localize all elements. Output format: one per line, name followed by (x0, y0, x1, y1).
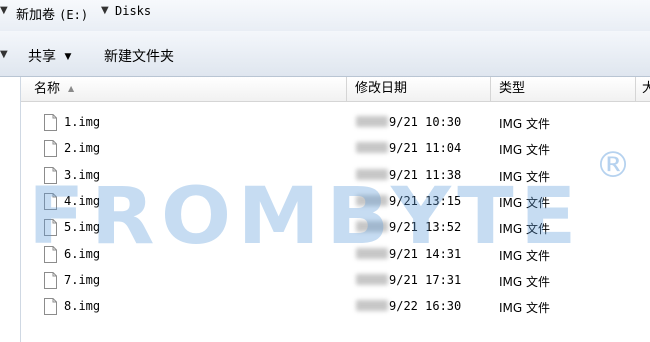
column-type-label: 类型 (499, 81, 526, 96)
file-row[interactable]: 6.img 9/21 14:31 IMG 文件 (21, 242, 650, 268)
file-row[interactable]: 4.img 9/21 13:15 IMG 文件 (21, 189, 650, 215)
file-name: 3.img (64, 167, 101, 182)
file-type: IMG 文件 (499, 301, 551, 316)
file-modified-date: 9/21 13:52 (356, 220, 461, 234)
navigation-pane[interactable] (0, 77, 21, 342)
file-modified-date: 9/21 10:30 (356, 115, 461, 129)
file-icon (44, 114, 57, 131)
file-name: 8.img (64, 299, 101, 314)
column-header: 名称 ▲ 修改日期 类型 大 (21, 77, 650, 102)
column-size[interactable]: 大 (636, 77, 650, 101)
redacted-year (356, 142, 388, 154)
file-modified-date-text: 9/21 13:52 (389, 220, 462, 235)
file-modified-date-text: 9/21 10:30 (389, 115, 462, 129)
new-folder-button[interactable]: 新建文件夹 (104, 46, 174, 66)
file-row[interactable]: 3.img 9/21 11:38 IMG 文件 (21, 163, 650, 189)
redacted-year (356, 221, 388, 233)
column-name-label: 名称 (34, 81, 61, 97)
column-type[interactable]: 类型 (491, 77, 636, 101)
redacted-year (356, 168, 388, 180)
file-name: 1.img (64, 115, 101, 129)
file-name: 5.img (64, 220, 101, 235)
breadcrumb-separator-arrow-icon[interactable]: ▼ (101, 5, 109, 16)
file-modified-date: 9/21 11:38 (356, 168, 461, 182)
file-row[interactable]: 1.img 9/21 10:30 IMG 文件 (21, 110, 650, 136)
file-type: IMG 文件 (499, 169, 551, 184)
file-row[interactable]: 8.img 9/22 16:30 IMG 文件 (21, 294, 650, 320)
file-modified-date-text: 9/21 14:31 (389, 246, 462, 261)
file-icon (44, 219, 57, 237)
breadcrumb-drive-letter: (E:) (59, 8, 89, 22)
file-type: IMG 文件 (499, 248, 551, 263)
file-modified-date-text: 9/21 11:04 (389, 141, 462, 156)
file-icon (44, 271, 57, 289)
share-dropdown-icon: ▼ (64, 52, 72, 62)
file-icon (44, 245, 57, 263)
file-row[interactable]: 2.img 9/21 11:04 IMG 文件 (21, 136, 650, 162)
breadcrumb-drive[interactable]: 新加卷 (E:) (16, 4, 88, 23)
file-type: IMG 文件 (499, 195, 551, 210)
toolbar-left-arrow-icon[interactable]: ▼ (0, 49, 8, 60)
redacted-year (356, 116, 388, 127)
file-row[interactable]: 5.img 9/21 13:52 IMG 文件 (21, 215, 650, 241)
column-size-label: 大 (642, 81, 650, 96)
file-icon (44, 192, 57, 210)
file-name: 2.img (64, 141, 101, 156)
redacted-year (356, 194, 388, 206)
address-bar[interactable]: ▼ 新加卷 (E:) ▼ Disks (0, 0, 650, 32)
share-label: 共享 (28, 49, 56, 65)
redacted-year (356, 247, 388, 259)
column-name[interactable]: 名称 ▲ (21, 77, 347, 101)
file-modified-date-text: 9/21 11:38 (389, 167, 462, 182)
file-name: 6.img (64, 246, 101, 261)
file-modified-date: 9/21 17:31 (356, 273, 461, 287)
command-toolbar: ▼ 共享 ▼ 新建文件夹 (0, 31, 650, 77)
breadcrumb-folder[interactable]: Disks (115, 4, 151, 18)
file-icon (44, 298, 57, 316)
redacted-year (356, 300, 388, 312)
file-modified-date-text: 9/21 13:15 (389, 193, 462, 208)
file-modified-date: 9/21 11:04 (356, 141, 461, 155)
back-dropdown-arrow-icon[interactable]: ▼ (0, 5, 8, 16)
sort-ascending-icon: ▲ (68, 84, 75, 93)
file-name: 7.img (64, 272, 101, 287)
file-name: 4.img (64, 193, 101, 208)
file-row[interactable]: 7.img 9/21 17:31 IMG 文件 (21, 268, 650, 294)
file-type: IMG 文件 (499, 117, 551, 131)
file-icon (44, 166, 57, 184)
file-icon (44, 140, 57, 158)
share-button[interactable]: 共享 ▼ (28, 46, 71, 66)
column-modified[interactable]: 修改日期 (347, 77, 491, 101)
file-modified-date-text: 9/21 17:31 (389, 272, 462, 287)
file-type: IMG 文件 (499, 274, 551, 289)
file-type: IMG 文件 (499, 143, 551, 158)
redacted-year (356, 273, 388, 285)
column-modified-label: 修改日期 (355, 81, 408, 96)
file-modified-date: 9/21 13:15 (356, 194, 461, 208)
file-type: IMG 文件 (499, 222, 551, 237)
file-modified-date-text: 9/22 16:30 (389, 299, 462, 314)
file-modified-date: 9/21 14:31 (356, 247, 461, 261)
file-modified-date: 9/22 16:30 (356, 299, 461, 313)
breadcrumb-drive-label: 新加卷 (16, 8, 56, 23)
